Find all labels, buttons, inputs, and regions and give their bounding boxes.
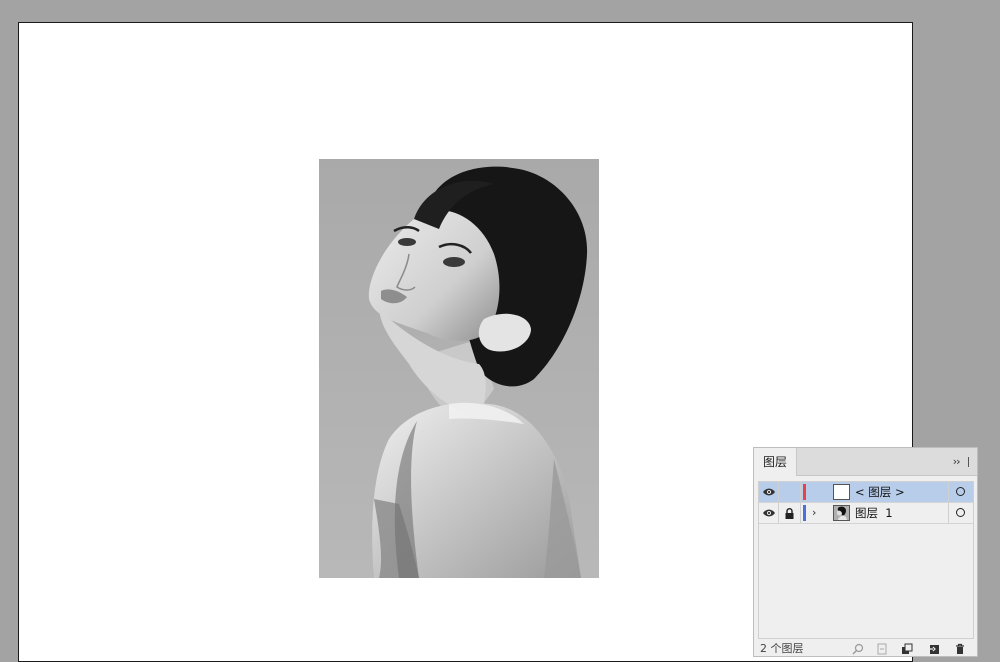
expand-chevron-icon[interactable]: › [812,503,816,523]
new-sublayer-icon[interactable] [928,643,940,655]
layers-panel: 图层 ›› < 图层 > › 图层 1 2 个图层 [753,447,978,657]
delete-icon[interactable] [954,643,966,655]
lock-toggle[interactable] [779,482,801,502]
eye-icon [762,509,775,517]
target-circle-icon[interactable] [956,487,965,496]
lock-icon [785,507,794,519]
eye-icon [762,488,775,496]
visibility-toggle[interactable] [759,503,779,523]
make-clipping-mask-icon[interactable] [901,643,913,655]
visibility-toggle[interactable] [759,482,779,502]
layer-name[interactable]: 图层 1 [855,503,893,523]
search-icon[interactable] [852,643,864,655]
lock-toggle[interactable] [779,503,801,523]
portrait-image [319,159,599,578]
tab-layers[interactable]: 图层 [754,448,797,476]
target-separator [948,482,949,502]
portrait-photo[interactable] [319,159,599,578]
panel-menu-button[interactable]: ›› [953,448,969,476]
layer-color-bar [803,484,806,500]
layer-thumbnail [833,484,850,500]
portrait-thumbnail-icon [834,506,849,520]
layer-row[interactable]: › 图层 1 [759,503,973,524]
layers-list: < 图层 > › 图层 1 [758,481,974,639]
panel-footer: 2 个图层 [754,641,977,661]
panel-menu-bar-icon [968,457,969,467]
layer-thumbnail [833,505,850,521]
target-circle-icon[interactable] [956,508,965,517]
panel-tab-bar: 图层 ›› [754,448,977,476]
layer-name[interactable]: < 图层 > [855,482,905,502]
layer-count: 2 个图层 [760,642,804,655]
export-icon[interactable] [876,643,888,655]
layer-color-bar [803,505,806,521]
target-separator [948,503,949,523]
double-chevron-right-icon: ›› [952,455,962,468]
layer-row[interactable]: < 图层 > [759,482,973,503]
